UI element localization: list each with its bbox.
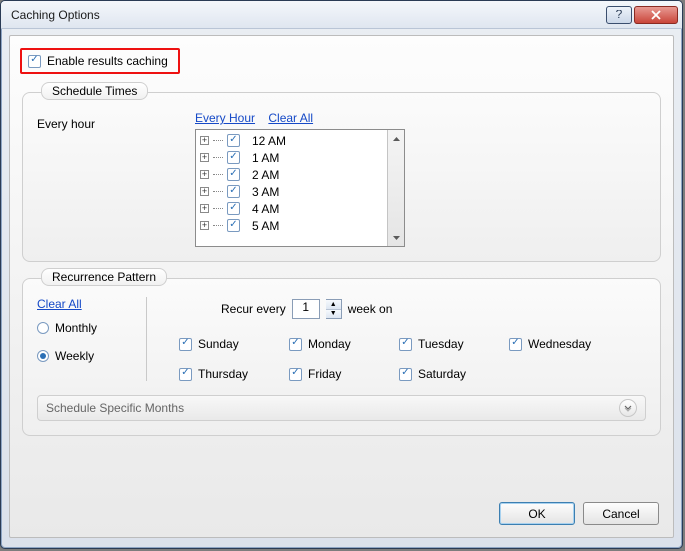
scroll-up-icon[interactable] bbox=[388, 130, 404, 147]
specific-months-label: Schedule Specific Months bbox=[46, 401, 184, 415]
svg-text:?: ? bbox=[616, 10, 623, 20]
expand-icon[interactable]: + bbox=[200, 153, 209, 162]
titlebar: Caching Options ? bbox=[1, 1, 682, 29]
hour-checkbox[interactable] bbox=[227, 151, 240, 164]
enable-caching-checkbox[interactable] bbox=[28, 55, 41, 68]
expand-icon[interactable]: + bbox=[200, 170, 209, 179]
expand-icon[interactable]: + bbox=[200, 136, 209, 145]
hour-label: 4 AM bbox=[252, 202, 279, 216]
day-label: Sunday bbox=[198, 337, 239, 351]
recur-prefix: Recur every bbox=[221, 302, 286, 316]
day-checkbox[interactable] bbox=[399, 338, 412, 351]
day-sunday[interactable]: Sunday bbox=[179, 337, 289, 351]
window-title: Caching Options bbox=[11, 8, 100, 22]
spin-down-icon[interactable]: ▼ bbox=[326, 310, 341, 319]
close-icon bbox=[650, 10, 662, 20]
hours-tree: +12 AM +1 AM +2 AM +3 AM +4 AM +5 AM bbox=[195, 129, 405, 247]
client-area: Enable results caching Schedule Times Ev… bbox=[9, 35, 674, 538]
day-monday[interactable]: Monday bbox=[289, 337, 399, 351]
hour-checkbox[interactable] bbox=[227, 168, 240, 181]
recurrence-legend: Recurrence Pattern bbox=[41, 268, 167, 286]
schedule-times-legend: Schedule Times bbox=[41, 82, 148, 100]
monthly-radio-row[interactable]: Monthly bbox=[37, 321, 136, 335]
hour-checkbox[interactable] bbox=[227, 134, 240, 147]
clear-all-recurrence-link[interactable]: Clear All bbox=[37, 297, 126, 311]
schedule-links: Every Hour Clear All bbox=[195, 111, 405, 125]
ok-button[interactable]: OK bbox=[499, 502, 575, 525]
recurrence-detail-panel: Recur every 1 ▲ ▼ week on Sunday Monday … bbox=[147, 297, 646, 381]
hours-scrollbar[interactable] bbox=[387, 130, 404, 246]
weekly-label: Weekly bbox=[55, 349, 94, 363]
weekly-radio[interactable] bbox=[37, 350, 49, 362]
day-label: Thursday bbox=[198, 367, 248, 381]
expand-icon[interactable]: + bbox=[200, 204, 209, 213]
day-label: Wednesday bbox=[528, 337, 591, 351]
day-tuesday[interactable]: Tuesday bbox=[399, 337, 509, 351]
weekly-radio-row[interactable]: Weekly bbox=[37, 349, 136, 363]
recurrence-group: Recurrence Pattern Clear All Monthly Wee… bbox=[22, 278, 661, 436]
day-checkbox[interactable] bbox=[509, 338, 522, 351]
expand-icon[interactable]: + bbox=[200, 221, 209, 230]
specific-months-expander[interactable]: Schedule Specific Months bbox=[37, 395, 646, 421]
hour-row[interactable]: +3 AM bbox=[196, 183, 387, 200]
day-friday[interactable]: Friday bbox=[289, 367, 399, 381]
scroll-down-icon[interactable] bbox=[388, 229, 404, 246]
clear-all-hours-link[interactable]: Clear All bbox=[268, 111, 313, 125]
recurrence-mode-panel: Clear All Monthly Weekly bbox=[37, 297, 147, 381]
hour-checkbox[interactable] bbox=[227, 185, 240, 198]
dialog-window: Caching Options ? Enable results caching… bbox=[0, 0, 683, 549]
recur-value-input[interactable]: 1 bbox=[292, 299, 320, 319]
scroll-track[interactable] bbox=[388, 147, 404, 229]
help-button[interactable]: ? bbox=[606, 6, 632, 24]
hour-row[interactable]: +5 AM bbox=[196, 217, 387, 234]
every-hour-link[interactable]: Every Hour bbox=[195, 111, 255, 125]
recur-every-line: Recur every 1 ▲ ▼ week on bbox=[221, 299, 646, 319]
spin-up-icon[interactable]: ▲ bbox=[326, 300, 341, 310]
hour-label: 12 AM bbox=[252, 134, 286, 148]
hours-tree-items: +12 AM +1 AM +2 AM +3 AM +4 AM +5 AM bbox=[196, 130, 387, 246]
day-label: Friday bbox=[308, 367, 341, 381]
expand-icon[interactable]: + bbox=[200, 187, 209, 196]
day-label: Saturday bbox=[418, 367, 466, 381]
day-label: Tuesday bbox=[418, 337, 464, 351]
dialog-footer: OK Cancel bbox=[499, 502, 659, 525]
hour-row[interactable]: +12 AM bbox=[196, 132, 387, 149]
hour-checkbox[interactable] bbox=[227, 202, 240, 215]
hour-label: 1 AM bbox=[252, 151, 279, 165]
day-saturday[interactable]: Saturday bbox=[399, 367, 509, 381]
day-checkbox[interactable] bbox=[399, 368, 412, 381]
schedule-times-group: Schedule Times Every hour Every Hour Cle… bbox=[22, 92, 661, 262]
hour-label: 3 AM bbox=[252, 185, 279, 199]
day-checkbox[interactable] bbox=[289, 338, 302, 351]
hour-row[interactable]: +2 AM bbox=[196, 166, 387, 183]
day-label: Monday bbox=[308, 337, 351, 351]
hour-row[interactable]: +1 AM bbox=[196, 149, 387, 166]
days-grid: Sunday Monday Tuesday Wednesday Thursday… bbox=[179, 337, 646, 381]
enable-caching-label: Enable results caching bbox=[47, 54, 168, 68]
schedule-summary: Every hour bbox=[37, 111, 177, 131]
hour-label: 2 AM bbox=[252, 168, 279, 182]
monthly-label: Monthly bbox=[55, 321, 97, 335]
hour-checkbox[interactable] bbox=[227, 219, 240, 232]
day-wednesday[interactable]: Wednesday bbox=[509, 337, 619, 351]
day-checkbox[interactable] bbox=[179, 338, 192, 351]
enable-caching-row[interactable]: Enable results caching bbox=[20, 48, 180, 74]
monthly-radio[interactable] bbox=[37, 322, 49, 334]
hour-label: 5 AM bbox=[252, 219, 279, 233]
help-icon: ? bbox=[614, 10, 624, 20]
day-thursday[interactable]: Thursday bbox=[179, 367, 289, 381]
hour-row[interactable]: +4 AM bbox=[196, 200, 387, 217]
recur-spinner[interactable]: ▲ ▼ bbox=[326, 299, 342, 319]
close-button[interactable] bbox=[634, 6, 678, 24]
day-checkbox[interactable] bbox=[289, 368, 302, 381]
chevron-down-icon[interactable] bbox=[619, 399, 637, 417]
recur-suffix: week on bbox=[348, 302, 393, 316]
day-checkbox[interactable] bbox=[179, 368, 192, 381]
cancel-button[interactable]: Cancel bbox=[583, 502, 659, 525]
